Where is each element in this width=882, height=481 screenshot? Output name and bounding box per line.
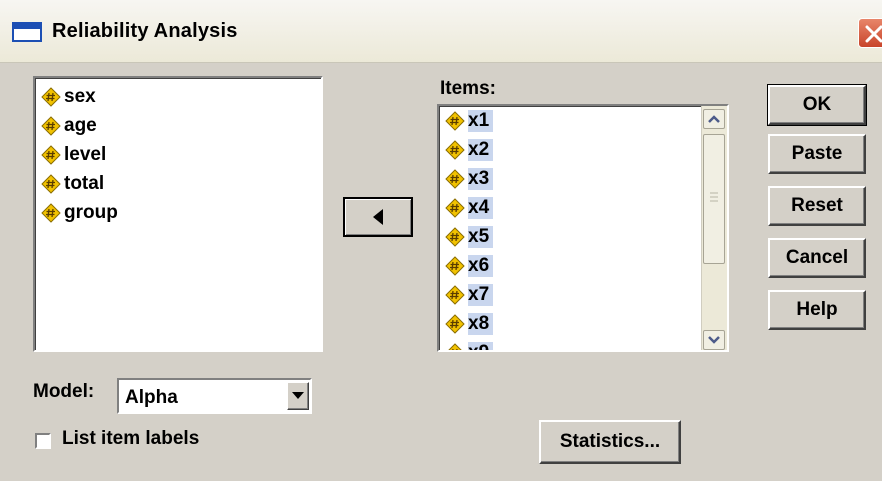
ok-button[interactable]: OK [767, 84, 867, 126]
close-icon [865, 25, 882, 43]
scale-variable-icon [445, 284, 465, 305]
items-list[interactable]: x1 x2 x3 x4 x5 x6 x7 x8 x9 [437, 104, 729, 352]
list-item[interactable]: total [41, 169, 321, 198]
list-item[interactable]: age [41, 111, 321, 140]
source-variable-list[interactable]: sex age level total group [33, 76, 323, 352]
list-item-label: x9 [468, 341, 494, 350]
window-title: Reliability Analysis [52, 20, 238, 42]
arrow-left-icon [373, 209, 383, 225]
list-item-label: x1 [468, 109, 494, 132]
scale-variable-icon [41, 173, 61, 194]
model-value: Alpha [125, 387, 178, 408]
scale-variable-icon [445, 110, 465, 131]
list-item[interactable]: x4 [445, 193, 700, 222]
list-item-label: level [64, 143, 107, 165]
grip-icon [710, 192, 718, 202]
close-button[interactable] [858, 18, 882, 48]
list-item-label: x6 [468, 254, 494, 277]
scroll-thumb[interactable] [703, 134, 725, 264]
list-item[interactable]: x5 [445, 222, 700, 251]
list-item-label: x3 [468, 167, 494, 190]
move-items-button[interactable] [343, 197, 413, 237]
window-icon [12, 22, 42, 42]
items-heading: Items: [440, 78, 496, 99]
list-item[interactable]: level [41, 140, 321, 169]
list-item-label: x5 [468, 225, 494, 248]
list-item-label: sex [64, 85, 96, 107]
list-item-label: total [64, 172, 105, 194]
list-item[interactable]: x8 [445, 309, 700, 338]
list-item[interactable]: sex [41, 82, 321, 111]
scale-variable-icon [445, 313, 465, 334]
list-item-label: x4 [468, 196, 494, 219]
scale-variable-icon [41, 86, 61, 107]
scale-variable-icon [445, 255, 465, 276]
model-select[interactable]: Alpha [117, 378, 312, 414]
paste-button[interactable]: Paste [768, 134, 866, 174]
list-item-label: group [64, 201, 118, 223]
items-scrollbar[interactable] [701, 106, 727, 350]
list-item[interactable]: x6 [445, 251, 700, 280]
list-item-labels-checkbox[interactable] [35, 433, 51, 449]
scroll-down-button[interactable] [703, 330, 725, 350]
scroll-up-button[interactable] [703, 109, 725, 129]
scale-variable-icon [41, 202, 61, 223]
model-dropdown-button[interactable] [287, 382, 309, 410]
list-item-labels-label: List item labels [62, 428, 200, 449]
help-button[interactable]: Help [768, 290, 866, 330]
cancel-button[interactable]: Cancel [768, 238, 866, 278]
list-item-label: x2 [468, 138, 494, 161]
scale-variable-icon [445, 197, 465, 218]
chevron-up-icon [708, 115, 720, 123]
list-item[interactable]: x7 [445, 280, 700, 309]
scale-variable-icon [445, 139, 465, 160]
list-item-label: x7 [468, 283, 494, 306]
list-item[interactable]: x2 [445, 135, 700, 164]
scale-variable-icon [445, 168, 465, 189]
reset-button[interactable]: Reset [768, 186, 866, 226]
list-item-label: age [64, 114, 97, 136]
model-label: Model: [33, 381, 95, 402]
list-item-label: x8 [468, 312, 494, 335]
list-item[interactable]: group [41, 198, 321, 227]
chevron-down-icon [708, 336, 720, 344]
title-bar: Reliability Analysis [0, 0, 882, 63]
scale-variable-icon [445, 226, 465, 247]
scale-variable-icon [447, 342, 463, 350]
list-item[interactable]: x3 [445, 164, 700, 193]
scale-variable-icon [41, 144, 61, 165]
statistics-button[interactable]: Statistics... [539, 420, 681, 464]
list-item[interactable]: x1 [445, 106, 700, 135]
list-item[interactable]: x9 [445, 338, 700, 350]
chevron-down-icon [292, 392, 304, 399]
scale-variable-icon [41, 115, 61, 136]
